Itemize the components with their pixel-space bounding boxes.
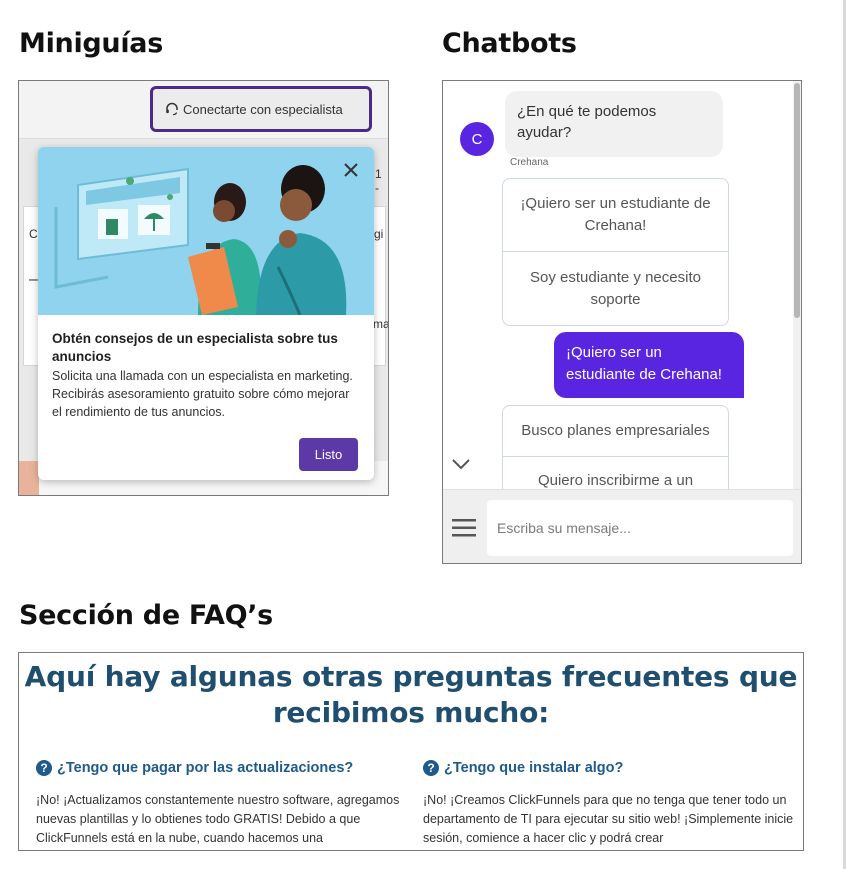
background-text-fragment: gi — [374, 227, 384, 241]
background-text-fragment: 1 - — [375, 167, 382, 195]
quick-reply-option[interactable]: Soy estudiante y necesito soporte — [502, 251, 729, 326]
user-message-bubble: ¡Quiero ser un estudiante de Crehana! — [554, 332, 744, 398]
question-icon: ? — [423, 760, 439, 776]
faq-question-label: ¿Tengo que pagar por las actualizaciones… — [57, 760, 354, 776]
chatbot-screenshot: ¿En qué te podemos ayudar? C Crehana ¡Qu… — [442, 80, 802, 564]
chevron-down-icon[interactable] — [451, 457, 471, 471]
specialist-illustration — [38, 147, 374, 315]
menu-icon[interactable] — [452, 518, 476, 538]
done-button[interactable]: Listo — [299, 438, 358, 471]
faq-answer: ¡No! ¡Creamos ClickFunnels para que no t… — [423, 793, 794, 845]
quick-reply-option[interactable]: Busco planes empresariales — [502, 405, 729, 457]
tip-title: Obtén consejos de un especialista sobre … — [52, 331, 338, 364]
bot-message-bubble: ¿En qué te podemos ayudar? — [505, 91, 723, 157]
faq-question[interactable]: ? ¿Tengo que instalar algo? — [423, 760, 623, 776]
faq-section-title: Sección de FAQ’s — [19, 600, 273, 631]
bot-name: Crehana — [510, 157, 549, 168]
background-text-fragment: C — [29, 227, 38, 241]
background-text-fragment: – — [29, 271, 38, 288]
page-right-divider — [843, 0, 846, 869]
quick-reply-label: Soy estudiante y necesito soporte — [530, 268, 701, 308]
headset-icon — [166, 102, 178, 116]
background-image-edge — [19, 461, 39, 495]
chat-input-bar — [443, 489, 801, 563]
bot-avatar: C — [460, 122, 494, 156]
connect-specialist-button[interactable]: Conectarte con especialista — [150, 86, 372, 132]
message-input[interactable] — [487, 500, 793, 556]
faq-question[interactable]: ? ¿Tengo que pagar por las actualizacion… — [36, 760, 353, 776]
faq-question-label: ¿Tengo que instalar algo? — [444, 760, 624, 776]
faq-screenshot: Aquí hay algunas otras preguntas frecuen… — [18, 652, 804, 851]
scrollbar[interactable] — [793, 81, 801, 489]
connect-specialist-label: Conectarte con especialista — [183, 101, 343, 117]
quick-reply-label: ¡Quiero ser un estudiante de Crehana! — [520, 195, 711, 234]
miniguias-title: Miniguías — [19, 28, 163, 59]
tip-body: Solicita una llamada con un especialista… — [52, 369, 353, 419]
chatbots-title: Chatbots — [442, 28, 577, 59]
quick-reply-option[interactable]: ¡Quiero ser un estudiante de Crehana! — [502, 178, 729, 252]
miniguia-screenshot: Conectarte con especialista 1 - C gi – m… — [18, 80, 389, 496]
background-text-fragment: ma — [373, 317, 389, 331]
scrollbar-thumb[interactable] — [794, 83, 800, 318]
question-icon: ? — [36, 760, 52, 776]
faq-heading: Aquí hay algunas otras preguntas frecuen… — [24, 660, 798, 729]
close-icon[interactable] — [342, 161, 360, 179]
faq-answer: ¡No! ¡Actualizamos constantemente nuestr… — [36, 793, 400, 845]
quick-reply-label: Busco planes empresariales — [521, 422, 710, 439]
specialist-tip-popover: Obtén consejos de un especialista sobre … — [38, 147, 374, 480]
